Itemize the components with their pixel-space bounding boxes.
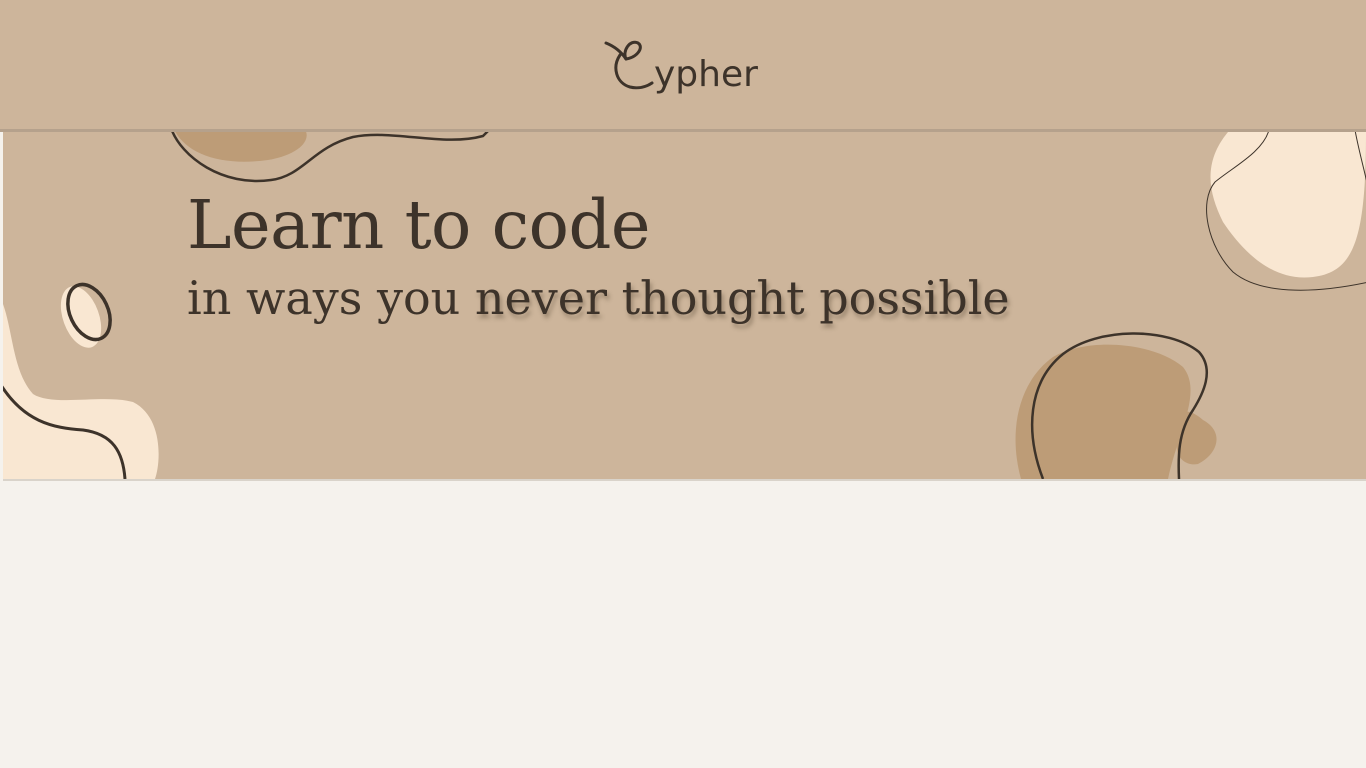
page-content xyxy=(0,481,1366,768)
logo-wordmark: ypher xyxy=(654,54,758,95)
oval-fill xyxy=(60,286,102,348)
hero-banner: Learn to code in ways you never thought … xyxy=(3,132,1366,481)
blob-top-right xyxy=(1210,132,1366,278)
site-header: ypher xyxy=(0,0,1366,132)
subline-plain: in ways you xyxy=(187,271,475,325)
blob-bottom-right xyxy=(1015,344,1191,479)
subline-emphasis: never thought possible xyxy=(474,271,1010,325)
blob-bottom-right-small xyxy=(1176,411,1217,465)
hero-headline: Learn to code xyxy=(187,186,651,264)
logo-link[interactable]: ypher xyxy=(598,25,768,105)
cypher-logo: ypher xyxy=(604,40,758,95)
hero-subline: in ways you never thought possible xyxy=(187,275,1010,321)
